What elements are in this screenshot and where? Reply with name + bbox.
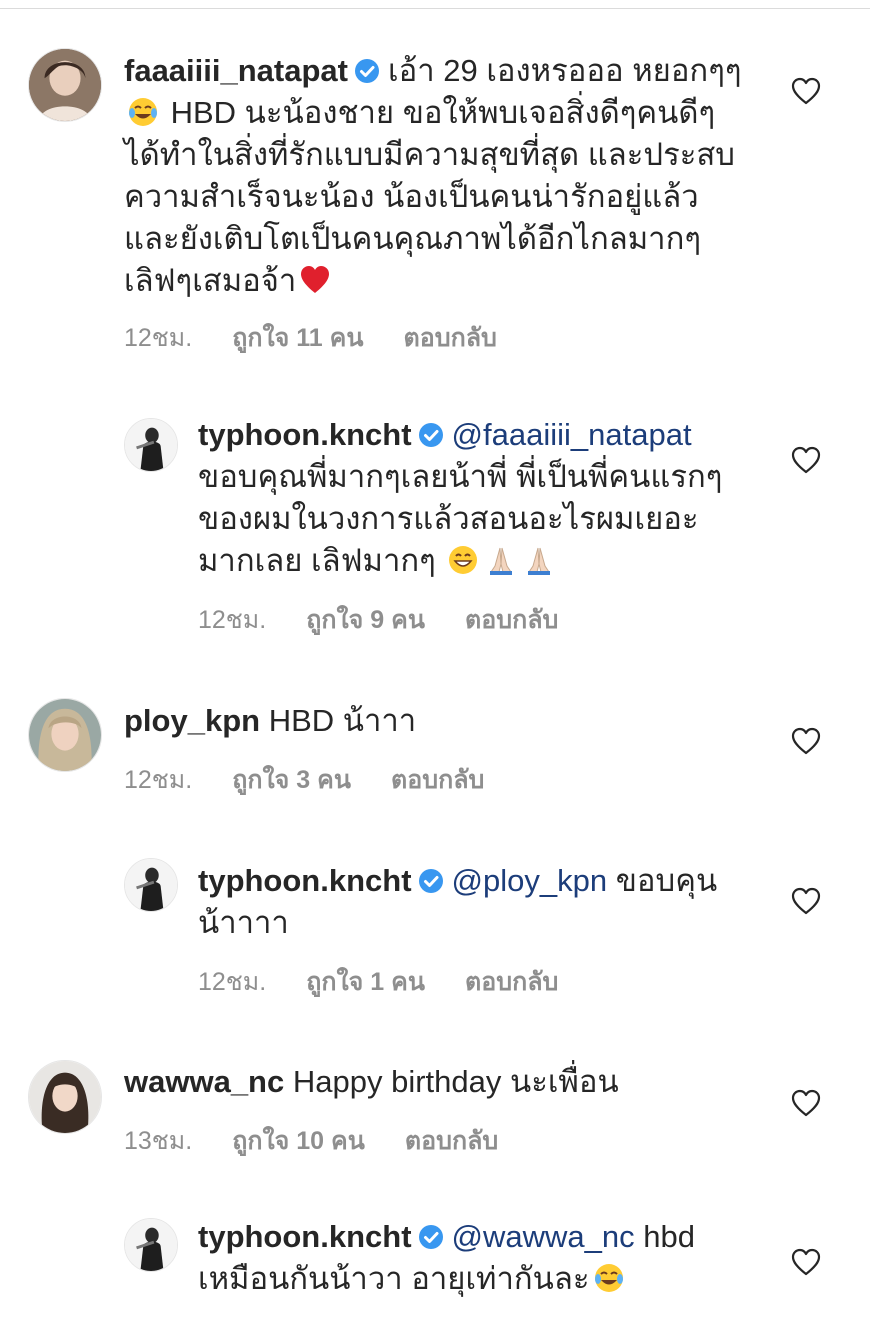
avatar[interactable] (124, 858, 178, 912)
comment-likes[interactable]: ถูกใจ 9 คน (306, 600, 425, 640)
comment-message-continued: HBD นะน้องชาย ขอให้พบเจอสิ่งดีๆคนดีๆได้ท… (124, 95, 735, 298)
comment-username[interactable]: typhoon.kncht (198, 417, 412, 452)
mention-link[interactable]: @wawwa_nc (452, 1219, 635, 1254)
folded-hands-emoji-icon (485, 544, 517, 576)
comment-meta: 12ชม. ถูกใจ 3 คน ตอบกลับ (124, 760, 484, 800)
comment-text: wawwa_nc Happy birthday นะเพื่อน (124, 1061, 744, 1103)
comment-likes[interactable]: ถูกใจ 3 คน (232, 760, 351, 800)
heart-outline-icon[interactable] (791, 446, 821, 474)
verified-badge-icon (418, 868, 444, 894)
avatar[interactable] (28, 698, 102, 772)
comment-likes[interactable]: ถูกใจ 1 คน (306, 962, 425, 1002)
red-heart-emoji-icon (299, 264, 331, 296)
verified-badge-icon (354, 58, 380, 84)
comment-text: typhoon.kncht @wawwa_nc hbd เหมือนกันน้าว… (198, 1216, 738, 1300)
comment-time: 12ชม. (198, 968, 267, 996)
comment-meta: 13ชม. ถูกใจ 10 คน ตอบกลับ (124, 1121, 498, 1161)
heart-outline-icon[interactable] (791, 77, 821, 105)
comment-time: 12ชม. (198, 606, 267, 634)
avatar[interactable] (28, 48, 102, 122)
comment-username[interactable]: faaaiiii_natapat (124, 53, 348, 88)
comment-text: ploy_kpn HBD น้าาา (124, 700, 744, 742)
reply-button[interactable]: ตอบกลับ (391, 760, 484, 800)
comment-time: 13ชม. (124, 1127, 193, 1155)
comment-username[interactable]: typhoon.kncht (198, 863, 412, 898)
avatar[interactable] (124, 1218, 178, 1272)
comment-username[interactable]: wawwa_nc (124, 1064, 284, 1099)
reply-button[interactable]: ตอบกลับ (405, 1121, 498, 1161)
top-divider (0, 8, 870, 9)
reply-button[interactable]: ตอบกลับ (465, 962, 558, 1002)
heart-outline-icon[interactable] (791, 727, 821, 755)
comment-time: 12ชม. (124, 766, 193, 794)
comment-meta: 12ชม. ถูกใจ 1 คน ตอบกลับ (198, 962, 558, 1002)
comment-message: Happy birthday นะเพื่อน (292, 1064, 619, 1099)
mention-link[interactable]: @faaaiiii_natapat (452, 417, 692, 452)
comment-meta: 12ชม. ถูกใจ 9 คน ตอบกลับ (198, 600, 558, 640)
comment-username[interactable]: typhoon.kncht (198, 1219, 412, 1254)
comment-likes[interactable]: ถูกใจ 11 คน (232, 318, 363, 358)
mention-link[interactable]: @ploy_kpn (452, 863, 608, 898)
reply-button[interactable]: ตอบกลับ (403, 318, 496, 358)
verified-badge-icon (418, 422, 444, 448)
comment-text: typhoon.kncht @faaaiiii_natapat ขอบคุณพี่… (198, 414, 738, 582)
comment-time: 12ชม. (124, 324, 193, 352)
laughing-tears-emoji-icon (127, 96, 159, 128)
avatar[interactable] (124, 418, 178, 472)
avatar[interactable] (28, 1060, 102, 1134)
comment-text: faaaiiii_natapat เอ้า 29 เองหรอออ หยอกๆๆ … (124, 50, 744, 302)
comment-username[interactable]: ploy_kpn (124, 703, 260, 738)
comment-text: typhoon.kncht @ploy_kpn ขอบคุน น้าาาา (198, 860, 743, 944)
reply-button[interactable]: ตอบกลับ (465, 600, 558, 640)
comment-message: เอ้า 29 เองหรอออ หยอกๆๆ (387, 53, 742, 88)
grinning-emoji-icon (447, 544, 479, 576)
folded-hands-emoji-icon (523, 544, 555, 576)
verified-badge-icon (418, 1224, 444, 1250)
comment-message: HBD น้าาา (268, 703, 417, 738)
heart-outline-icon[interactable] (791, 1089, 821, 1117)
comment-likes[interactable]: ถูกใจ 10 คน (232, 1121, 365, 1161)
heart-outline-icon[interactable] (791, 887, 821, 915)
comment-meta: 12ชม. ถูกใจ 11 คน ตอบกลับ (124, 318, 497, 358)
heart-outline-icon[interactable] (791, 1248, 821, 1276)
laughing-tears-emoji-icon (593, 1262, 625, 1294)
